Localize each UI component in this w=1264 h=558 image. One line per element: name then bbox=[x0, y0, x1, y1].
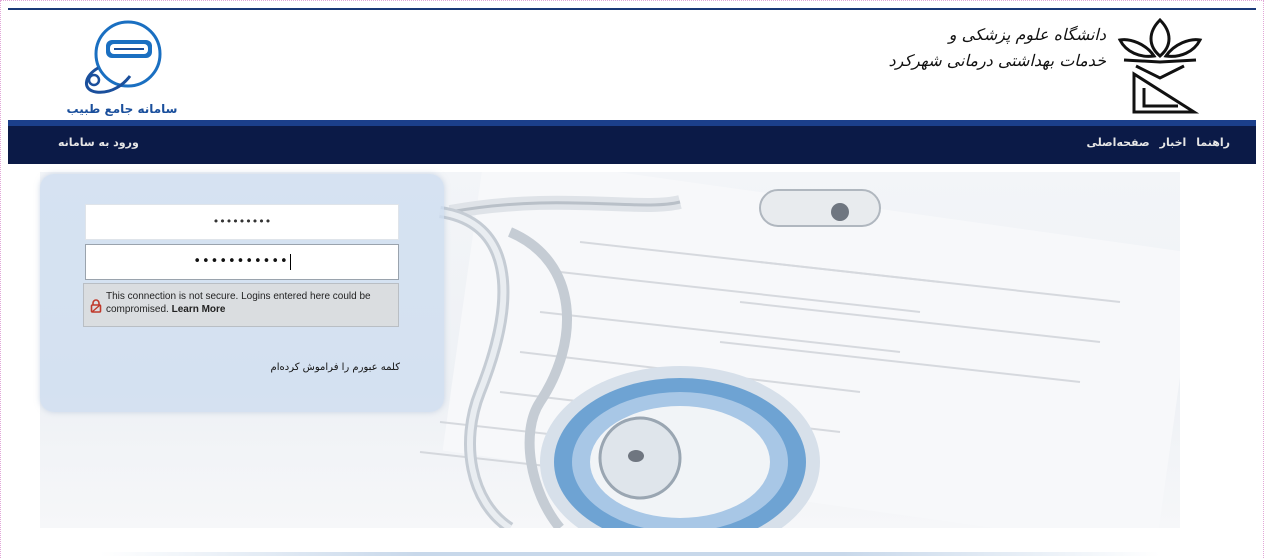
forgot-password-link[interactable]: کلمه عبورم را فراموش کرده‌ام bbox=[271, 362, 400, 373]
text-caret bbox=[289, 253, 291, 270]
university-logo-icon[interactable] bbox=[1114, 16, 1206, 116]
warning-message: This connection is not secure. Logins en… bbox=[106, 291, 371, 315]
login-panel: ••••••••• ••••••••••• This connection is… bbox=[40, 174, 444, 412]
university-name-line1: دانشگاه علوم پزشکی و bbox=[948, 25, 1106, 44]
login-link[interactable]: ورود به سامانه bbox=[58, 136, 139, 149]
main-navbar: ورود به سامانه صفحه‌اصلی اخبار راهنما bbox=[8, 120, 1256, 164]
insecure-login-warning: This connection is not secure. Logins en… bbox=[83, 283, 399, 327]
site-header: سامانه جامع طبیب دانشگاه علوم پزشکی و خد… bbox=[8, 8, 1256, 120]
nav-item-home[interactable]: صفحه‌اصلی bbox=[1086, 136, 1149, 149]
password-field[interactable]: ••••••••••• bbox=[85, 244, 399, 280]
footer-divider bbox=[100, 552, 1160, 556]
password-value: ••••••••••• bbox=[193, 254, 289, 269]
university-name-line2: خدمات بهداشتی درمانی شهرکرد bbox=[888, 51, 1106, 70]
tabib-logo[interactable]: سامانه جامع طبیب bbox=[60, 16, 184, 120]
username-field[interactable]: ••••••••• bbox=[85, 204, 399, 240]
lock-warning-icon bbox=[90, 298, 102, 317]
nav-item-news[interactable]: اخبار bbox=[1160, 136, 1187, 149]
system-name: سامانه جامع طبیب bbox=[66, 102, 178, 116]
nav-item-help[interactable]: راهنما bbox=[1196, 136, 1230, 149]
nav-menu: صفحه‌اصلی اخبار راهنما bbox=[1086, 136, 1230, 149]
university-name: دانشگاه علوم پزشکی و خدمات بهداشتی درمان… bbox=[866, 22, 1106, 74]
learn-more-link[interactable]: Learn More bbox=[172, 304, 226, 315]
stethoscope-logo-icon bbox=[85, 20, 162, 94]
warning-text: This connection is not secure. Logins en… bbox=[106, 290, 392, 316]
